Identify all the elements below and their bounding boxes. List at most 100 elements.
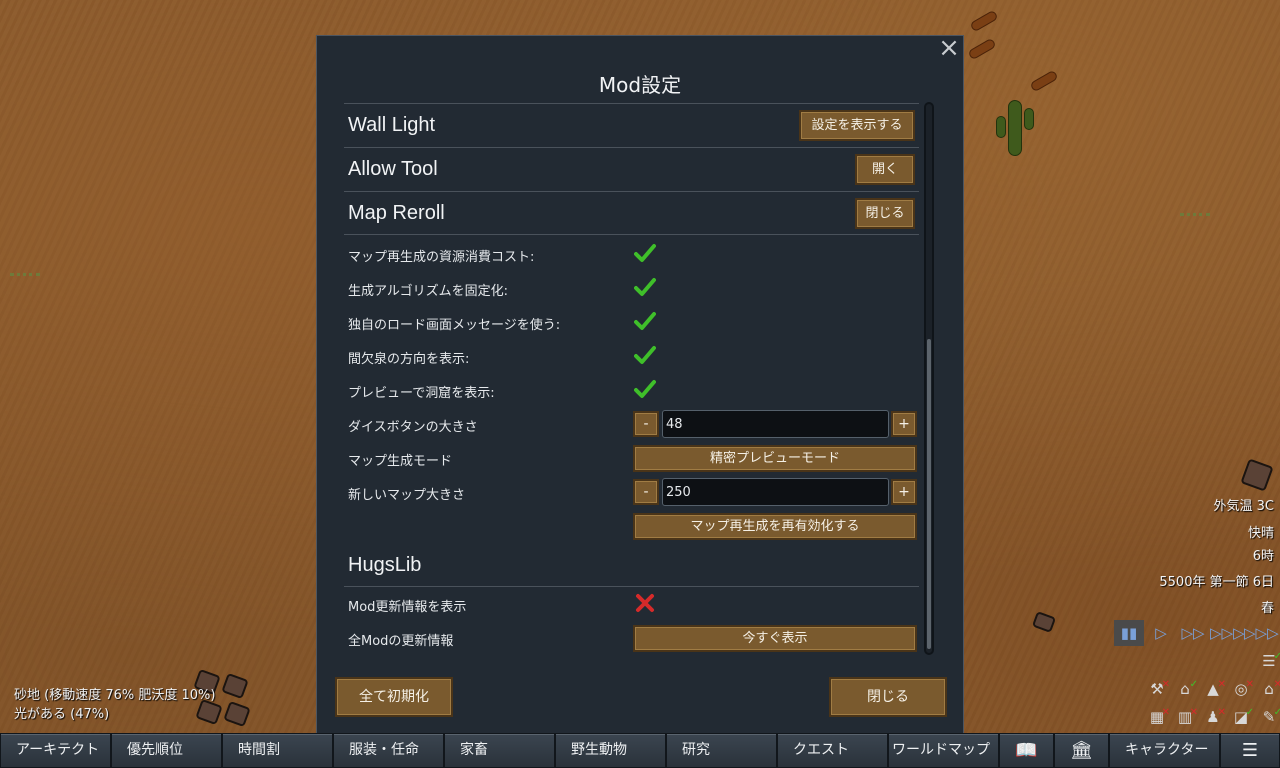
dialog-title: Mod設定 [598,73,682,97]
tab-label: クエスト [793,742,849,758]
tab-label: ワールドマップ [892,742,990,758]
reenable-reroll-button[interactable]: マップ再生成を再有効化する [633,513,917,540]
tab-label: 家畜 [460,742,488,758]
setting-label: 新しいマップ大きさ [348,488,466,503]
setting-row: 生成アルゴリズムを固定化: [344,271,919,305]
reset-all-button[interactable]: 全て初期化 [335,677,453,717]
section-label: Allow Tool [348,158,438,180]
tab-architect[interactable]: アーキテクト [0,733,111,768]
cross-icon[interactable] [634,592,656,614]
rock-icon [1031,611,1057,633]
checkmark-icon[interactable] [634,242,656,264]
grass-patch [1180,198,1210,216]
tab-menu[interactable]: ☰ [1220,733,1280,768]
show-settings-button[interactable]: 設定を表示する [799,110,915,141]
section-wall-light: Wall Light 設定を表示する [344,103,919,147]
cactus-icon [1008,100,1022,156]
tab-world-map[interactable]: ワールドマップ [888,733,999,768]
zone-icon[interactable]: ◪ ✓ [1230,706,1254,728]
ultrafast-icon[interactable]: ▷▷▷ [1244,620,1279,646]
building-icon: 🏛 [1070,740,1093,761]
gen-mode-row: マップ生成モード 精密プレビューモード [344,441,919,475]
hammer-icon[interactable]: ⚒ ✕ [1146,678,1170,700]
tab-label: 時間割 [238,742,280,758]
checkmark-icon[interactable] [634,310,656,332]
section-label: Wall Light [348,114,436,136]
tab-history[interactable]: 📖 [999,733,1054,768]
season-text: 春 [1260,601,1274,616]
tab-quests[interactable]: クエスト [777,733,888,768]
settings-scroll-area[interactable]: Wall Light 設定を表示する Allow Tool 開く Map Rer… [344,103,919,656]
tab-label: アーキテクト [16,742,100,758]
open-button[interactable]: 開く [855,154,915,185]
checkmark-icon[interactable] [634,344,656,366]
scrollbar-thumb[interactable] [927,339,931,649]
setting-row: プレビューで洞窟を表示: [344,373,919,407]
increment-button[interactable]: + [891,479,917,505]
play-icon[interactable]: ▷ [1150,620,1172,646]
fast-forward-icon[interactable]: ▷▷ [1178,620,1208,646]
mod-settings-dialog: × Mod設定 Wall Light 設定を表示する Allow Tool 開く… [316,35,964,735]
tab-research[interactable]: 研究 [666,733,777,768]
close-button[interactable]: 閉じる [829,677,947,717]
main-tab-bar: アーキテクト 優先順位 時間割 服装・任命 家畜 野生動物 研究 クエスト ワー… [0,733,1280,768]
book-icon: 📖 [1015,740,1038,761]
tab-label: 野生動物 [571,742,627,758]
tab-work[interactable]: 優先順位 [111,733,222,768]
roof-icon[interactable]: ⌂ ✕ [1258,678,1280,700]
bar-chart-icon[interactable]: ▥ ✕ [1174,706,1198,728]
terrain-text: 砂地 (移動速度 76% 肥沃度 10%) [14,688,216,703]
close-icon[interactable]: × [937,35,961,61]
section-map-reroll: Map Reroll 閉じる [344,191,919,235]
beauty-icon[interactable]: ♟ ✕ [1202,706,1226,728]
tab-assign[interactable]: 服装・任命 [333,733,444,768]
map-size-input[interactable] [662,478,889,506]
setting-label: 独自のロード画面メッセージを使う: [348,318,561,333]
scrollbar[interactable] [924,102,934,655]
setting-label: 間欠泉の方向を表示: [348,352,470,367]
hour-text: 6時 [1252,549,1274,564]
increment-button[interactable]: + [891,411,917,437]
tab-factions[interactable]: 🏛 [1054,733,1109,768]
rock-icon [1240,458,1274,492]
dice-size-row: ダイスボタンの大きさ - + [344,407,919,441]
tab-wildlife[interactable]: 野生動物 [555,733,666,768]
setting-label: 全Modの更新情報 [348,634,454,649]
tab-schedule[interactable]: 時間割 [222,733,333,768]
tab-label: 服装・任命 [349,742,419,758]
setting-row: マップ再生成の資源消費コスト: [344,237,919,271]
tab-label: キャラクター [1125,742,1209,758]
date-text: 5500年 第一節 6日 [1159,575,1274,590]
pause-icon[interactable]: ▮▮ [1114,620,1144,646]
notes-icon[interactable]: ☰ ✓ [1258,650,1280,672]
decrement-button[interactable]: - [633,411,659,437]
gen-mode-button[interactable]: 精密プレビューモード [633,445,917,472]
tab-animals[interactable]: 家畜 [444,733,555,768]
map-size-row: 新しいマップ大きさ - + [344,475,919,509]
wood-log-icon [1029,69,1059,93]
section-label: Map Reroll [348,202,445,224]
tab-characters[interactable]: キャラクター [1109,733,1220,768]
decrement-button[interactable]: - [633,479,659,505]
collapse-button[interactable]: 閉じる [855,198,915,229]
setting-label: 生成アルゴリズムを固定化: [348,284,508,299]
compass-icon[interactable]: ◎ ✕ [1230,678,1254,700]
wood-log-icon [969,9,999,33]
edit-icon[interactable]: ✎ ✓ [1258,706,1280,728]
mountain-icon[interactable]: ▲ ✕ [1202,678,1226,700]
checkmark-icon[interactable] [634,378,656,400]
setting-row: 独自のロード画面メッセージを使う: [344,305,919,339]
show-now-button[interactable]: 今すぐ表示 [633,625,917,652]
checkmark-icon[interactable] [634,276,656,298]
tab-label: 研究 [682,742,710,758]
temperature-text: 外気温 3C [1213,499,1274,514]
setting-label: プレビューで洞窟を表示: [348,386,495,401]
tab-label: 優先順位 [127,742,183,758]
home-icon[interactable]: ⌂ ✓ [1174,678,1198,700]
cactus-arm [996,116,1006,138]
wood-log-icon [967,37,997,61]
dice-size-input[interactable] [662,410,889,438]
setting-label: ダイスボタンの大きさ [348,420,478,435]
grid-icon[interactable]: ▦ ✕ [1146,706,1170,728]
superfast-icon[interactable]: ▷▷▷ [1210,620,1245,646]
